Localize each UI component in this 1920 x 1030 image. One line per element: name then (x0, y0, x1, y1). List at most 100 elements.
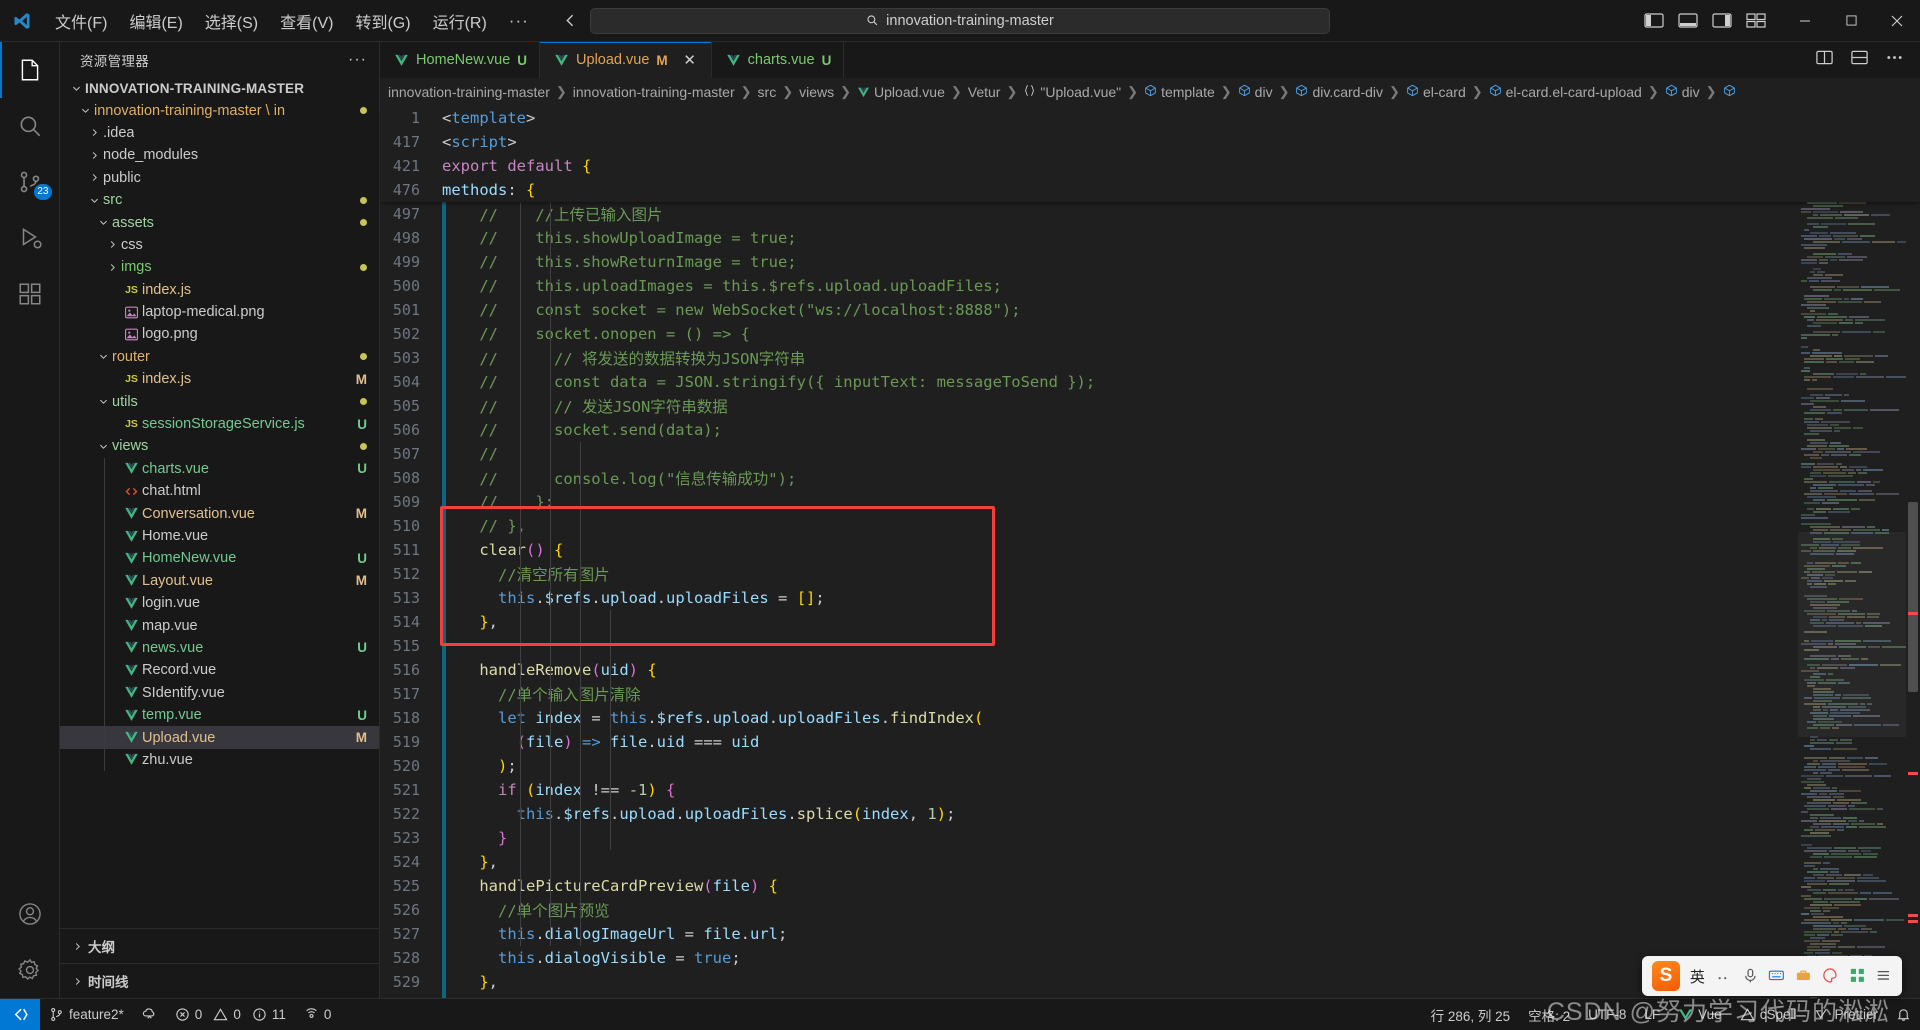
status-language-mode[interactable]: Vue (1669, 999, 1731, 1030)
code-line[interactable]: 502 // socket.onopen = () => { (380, 322, 1920, 346)
code-line[interactable]: 499 // this.showReturnImage = true; (380, 250, 1920, 274)
tree-item-map.vue[interactable]: map.vue (60, 614, 379, 636)
tree-item-temp.vue[interactable]: temp.vue U (60, 704, 379, 726)
tree-item-public[interactable]: public (60, 167, 379, 189)
sidebar-item-explorer[interactable] (0, 42, 60, 98)
tab-homenew-vue[interactable]: HomeNew.vue U (380, 42, 541, 78)
scrollbar-thumb[interactable] (1908, 502, 1918, 692)
split-editor-horizontal-icon[interactable] (1850, 48, 1869, 72)
code-line[interactable]: 513 this.$refs.upload.uploadFiles = []; (380, 586, 1920, 610)
code-line[interactable]: 511 clear() { (380, 538, 1920, 562)
status-branch[interactable]: feature2* (40, 999, 133, 1030)
menu-icon[interactable] (1875, 967, 1892, 985)
code-line[interactable]: 512 //清空所有图片 (380, 562, 1920, 586)
breadcrumb-item-template[interactable]: template (1144, 84, 1215, 100)
breadcrumb-item-empty[interactable] (1723, 84, 1740, 100)
code-line[interactable]: 508 // console.log("信息传输成功"); (380, 466, 1920, 490)
breadcrumb-item-views[interactable]: views (799, 84, 834, 100)
sidebar-item-extensions[interactable] (0, 266, 60, 322)
breadcrumb[interactable]: innovation-training-master ❯ innovation-tr… (380, 78, 1920, 106)
code-line[interactable]: 501 // const socket = new WebSocket("ws:… (380, 298, 1920, 322)
remote-window-icon[interactable] (0, 998, 40, 1030)
tab-charts-vue[interactable]: charts.vue U (711, 42, 845, 78)
tree-item-record.vue[interactable]: Record.vue (60, 659, 379, 681)
code-line[interactable]: 504 // const data = JSON.stringify({ inp… (380, 370, 1920, 394)
split-editor-vertical-icon[interactable] (1815, 48, 1834, 72)
code-line[interactable]: 523 } (380, 826, 1920, 850)
section-outline[interactable]: 大纲 (60, 928, 379, 963)
breadcrumb-item-el-card[interactable]: el-card (1406, 84, 1466, 100)
section-timeline[interactable]: 时间线 (60, 963, 379, 998)
tree-item-css[interactable]: css (60, 234, 379, 256)
navigate-back-button[interactable] (558, 9, 584, 33)
toolbox-icon[interactable] (1795, 967, 1812, 985)
code-line[interactable]: 525 handlePictureCardPreview(file) { (380, 874, 1920, 898)
code-line[interactable]: 476 methods: { (380, 178, 1920, 202)
code-line[interactable]: 506 // socket.send(data); (380, 418, 1920, 442)
tree-item-laptop-medical.png[interactable]: laptop-medical.png (60, 301, 379, 323)
palette-icon[interactable] (1822, 967, 1839, 985)
tree-item-logo.png[interactable]: logo.png (60, 323, 379, 345)
tree-item-src[interactable]: src (60, 189, 379, 211)
code-line[interactable]: 503 // // 将发送的数据转换为JSON字符串 (380, 346, 1920, 370)
code-line[interactable]: 498 // this.showUploadImage = true; (380, 226, 1920, 250)
sticky-scroll-lines[interactable]: 1 <template> 417 <script> 421 export default … (380, 106, 1920, 202)
breadcrumb-item-div[interactable]: div (1665, 84, 1700, 100)
editor-vertical-scrollbar[interactable] (1906, 202, 1920, 998)
breadcrumb-item-src[interactable]: src (758, 84, 777, 100)
minimap-slider[interactable] (1798, 532, 1906, 737)
tree-root-folder[interactable]: INNOVATION-TRAINING-MASTER (60, 77, 379, 99)
breadcrumb-item-innovation-training-master[interactable]: innovation-training-master (573, 84, 735, 100)
tree-item-charts.vue[interactable]: charts.vue U (60, 458, 379, 480)
keyboard-icon[interactable] (1768, 967, 1785, 985)
status-cursor-position[interactable]: 行 286, 列 25 (1422, 999, 1520, 1030)
status-encoding[interactable]: UTF-8 (1579, 999, 1635, 1030)
more-actions-icon[interactable] (1885, 48, 1904, 72)
comma-icon[interactable] (1715, 967, 1732, 985)
status-eol[interactable]: LF (1635, 999, 1669, 1030)
tree-item-sidentify.vue[interactable]: SIdentify.vue (60, 682, 379, 704)
sidebar-item-run-debug[interactable] (0, 210, 60, 266)
mic-icon[interactable] (1742, 967, 1759, 985)
close-icon[interactable]: ✕ (681, 51, 699, 69)
tree-item-login.vue[interactable]: login.vue (60, 592, 379, 614)
ime-toolbar[interactable]: S 英 (1642, 956, 1902, 996)
code-line[interactable]: 1 <template> (380, 106, 1920, 130)
status-ports[interactable]: 0 (295, 999, 341, 1030)
menu-run[interactable]: 运行(R) (422, 0, 498, 41)
breadcrumb-item--upload.vue-[interactable]: "Upload.vue" (1023, 84, 1121, 100)
code-editor[interactable]: 497 // //上传已输入图片 498 // this.showUploadIm… (380, 202, 1920, 998)
code-line[interactable]: 505 // // 发送JSON字符串数据 (380, 394, 1920, 418)
tree-item-news.vue[interactable]: news.vue U (60, 637, 379, 659)
code-line[interactable]: 507 // (380, 442, 1920, 466)
breadcrumb-item-el-card.el-card-upload[interactable]: el-card.el-card-upload (1489, 84, 1642, 100)
tree-item-innovation-training-master---in[interactable]: innovation-training-master \ in (60, 99, 379, 121)
ime-mode-label[interactable]: 英 (1690, 966, 1705, 987)
sidebar-item-source-control[interactable]: 23 (0, 154, 60, 210)
code-line[interactable]: 519 (file) => file.uid === uid (380, 730, 1920, 754)
menu-edit[interactable]: 编辑(E) (118, 0, 193, 41)
tree-item-assets[interactable]: assets (60, 211, 379, 233)
menu-selection[interactable]: 选择(S) (194, 0, 269, 41)
sidebar-item-search[interactable] (0, 98, 60, 154)
code-line[interactable]: 517 //单个输入图片清除 (380, 682, 1920, 706)
gear-icon[interactable] (0, 942, 60, 998)
code-line[interactable]: 417 <script> (380, 130, 1920, 154)
code-line[interactable]: 521 if (index !== -1) { (380, 778, 1920, 802)
customize-layout-icon[interactable] (1746, 12, 1766, 29)
tree-item-node_modules[interactable]: node_modules (60, 144, 379, 166)
tree-item-homenew.vue[interactable]: HomeNew.vue U (60, 547, 379, 569)
menu-file[interactable]: 文件(F) (44, 0, 118, 41)
tree-item-sessionstorageservice.js[interactable]: JS sessionStorageService.js U (60, 413, 379, 435)
tree-item-router[interactable]: router (60, 346, 379, 368)
tree-item-utils[interactable]: utils (60, 390, 379, 412)
code-line[interactable]: 520 ); (380, 754, 1920, 778)
code-line[interactable]: 524 }, (380, 850, 1920, 874)
window-close-button[interactable] (1874, 0, 1920, 42)
file-tree[interactable]: INNOVATION-TRAINING-MASTER innovation-tra… (60, 77, 379, 928)
code-line[interactable]: 421 export default { (380, 154, 1920, 178)
code-line[interactable]: 516 handleRemove(uid) { (380, 658, 1920, 682)
tree-item-views[interactable]: views (60, 435, 379, 457)
code-line[interactable]: 526 //单个图片预览 (380, 898, 1920, 922)
bell-icon[interactable] (1887, 999, 1920, 1030)
